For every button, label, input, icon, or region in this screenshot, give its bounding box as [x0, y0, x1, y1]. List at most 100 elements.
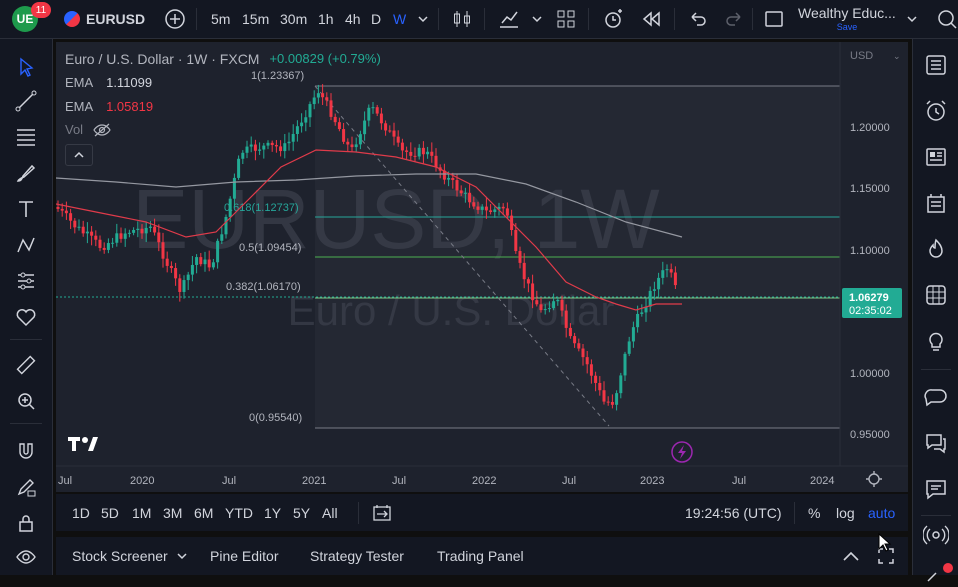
candle-body: [434, 155, 438, 168]
range-5d[interactable]: 5D: [101, 494, 119, 531]
redo-button[interactable]: [724, 0, 744, 38]
save-label[interactable]: Save: [798, 22, 896, 32]
timeframe-w[interactable]: W: [393, 0, 406, 38]
tradingview-logo[interactable]: [66, 435, 100, 458]
candle-body: [245, 146, 249, 153]
tab-stock-screener[interactable]: Stock Screener: [72, 537, 188, 575]
layout-menu[interactable]: Wealthy Educ... Save: [798, 5, 896, 35]
timeframe-d[interactable]: D: [371, 0, 381, 38]
range-ytd[interactable]: YTD: [225, 494, 253, 531]
candle-body: [388, 130, 392, 132]
collapse-legend-button[interactable]: [65, 144, 93, 166]
ema2-legend[interactable]: EMA 1.05819: [65, 99, 153, 114]
timeframe-30m[interactable]: 30m: [280, 0, 307, 38]
news-icon[interactable]: [922, 143, 950, 171]
hotlist-icon[interactable]: [922, 235, 950, 263]
alert-button[interactable]: [602, 0, 624, 38]
range-toolbar: 1D 5D 1M 3M 6M YTD 1Y 5Y All 19:24:56 (U…: [56, 494, 908, 531]
watchlist-icon[interactable]: [922, 51, 950, 79]
search-icon: [938, 10, 957, 29]
tab-trading-panel[interactable]: Trading Panel: [437, 537, 524, 575]
streams-icon[interactable]: [922, 521, 950, 549]
candle-body: [140, 228, 144, 234]
replay-button[interactable]: [640, 0, 662, 38]
symbol-title[interactable]: Euro / U.S. Dollar · 1W · FXCM: [65, 51, 259, 67]
tab-pine-editor[interactable]: Pine Editor: [210, 537, 278, 575]
ema1-legend[interactable]: EMA 1.11099: [65, 75, 152, 90]
candle-body: [384, 123, 388, 131]
candle-body: [577, 343, 581, 349]
candle-body: [598, 382, 602, 391]
chart-canvas[interactable]: EURUSD, 1W Euro / U.S. Dollar 1(1.23367)…: [56, 42, 908, 492]
candle-body: [556, 299, 560, 302]
alarm-icon[interactable]: [922, 97, 950, 125]
zoom-icon[interactable]: [12, 387, 40, 415]
symbol-search[interactable]: EURUSD: [64, 0, 145, 38]
cursor-icon[interactable]: [12, 53, 40, 81]
lightning-icon[interactable]: [671, 441, 693, 463]
undo-button[interactable]: [688, 0, 708, 38]
currency-flag-icon: [64, 11, 80, 27]
price-tick: 1.10000: [850, 245, 890, 257]
ideas-icon[interactable]: [922, 281, 950, 309]
candle-body: [547, 308, 551, 310]
magnet-icon[interactable]: [12, 437, 40, 465]
collapse-panel-button[interactable]: [842, 537, 860, 575]
indicators-button[interactable]: [498, 0, 520, 38]
range-5y[interactable]: 5Y: [293, 494, 310, 531]
right-sidebar: [912, 39, 958, 582]
range-all[interactable]: All: [322, 494, 338, 531]
currency-label[interactable]: USD: [850, 50, 873, 62]
chevron-down-icon[interactable]: ⌄: [893, 51, 901, 61]
chart-pane[interactable]: EURUSD, 1W Euro / U.S. Dollar 1(1.23367)…: [56, 42, 908, 492]
range-3m[interactable]: 3M: [163, 494, 182, 531]
auto-toggle[interactable]: auto: [868, 494, 895, 531]
lock-icon[interactable]: [12, 509, 40, 537]
timeframe-1h[interactable]: 1h: [318, 0, 334, 38]
lock-draw-icon[interactable]: [12, 473, 40, 501]
timeframe-5m[interactable]: 5m: [211, 0, 230, 38]
candles-icon: [454, 11, 470, 27]
timeframe-15m[interactable]: 15m: [242, 0, 269, 38]
timeframe-4h[interactable]: 4h: [345, 0, 361, 38]
timeframe-dropdown[interactable]: [417, 0, 429, 38]
volume-legend[interactable]: Vol: [65, 122, 111, 137]
candle-body: [270, 142, 274, 146]
eye-icon[interactable]: [12, 543, 40, 571]
ruler-icon[interactable]: [12, 351, 40, 379]
pattern-icon[interactable]: [12, 231, 40, 259]
prediction-icon[interactable]: [12, 267, 40, 295]
candle-body: [136, 228, 140, 230]
range-1y[interactable]: 1Y: [264, 494, 281, 531]
chart-type-button[interactable]: [452, 0, 472, 38]
fib-icon[interactable]: [12, 123, 40, 151]
tab-strategy-tester[interactable]: Strategy Tester: [310, 537, 404, 575]
clock[interactable]: 19:24:56 (UTC): [685, 494, 781, 531]
search-button[interactable]: [936, 0, 958, 38]
range-1d[interactable]: 1D: [72, 494, 90, 531]
candle-body: [564, 310, 568, 328]
chat-icon[interactable]: [922, 383, 950, 411]
brush-icon[interactable]: [12, 159, 40, 187]
candle-body: [333, 116, 337, 123]
trend-line-icon[interactable]: [12, 87, 40, 115]
bulb-icon[interactable]: [922, 327, 950, 355]
candle-body: [295, 126, 299, 134]
range-6m[interactable]: 6M: [194, 494, 213, 531]
layout-dropdown[interactable]: [906, 0, 918, 38]
fullscreen-button[interactable]: [764, 0, 784, 38]
chats-icon[interactable]: [922, 429, 950, 457]
calendar-icon[interactable]: [922, 189, 950, 217]
candle-body: [182, 280, 186, 292]
templates-button[interactable]: [556, 0, 576, 38]
candle-body: [358, 134, 362, 145]
heart-icon[interactable]: [12, 303, 40, 331]
messages-icon[interactable]: [922, 475, 950, 503]
go-to-date-button[interactable]: [372, 494, 392, 531]
percent-toggle[interactable]: %: [808, 494, 820, 531]
text-icon[interactable]: [12, 195, 40, 223]
compare-button[interactable]: [164, 0, 186, 38]
range-1m[interactable]: 1M: [132, 494, 151, 531]
indicators-dropdown[interactable]: [531, 0, 543, 38]
log-toggle[interactable]: log: [836, 494, 855, 531]
